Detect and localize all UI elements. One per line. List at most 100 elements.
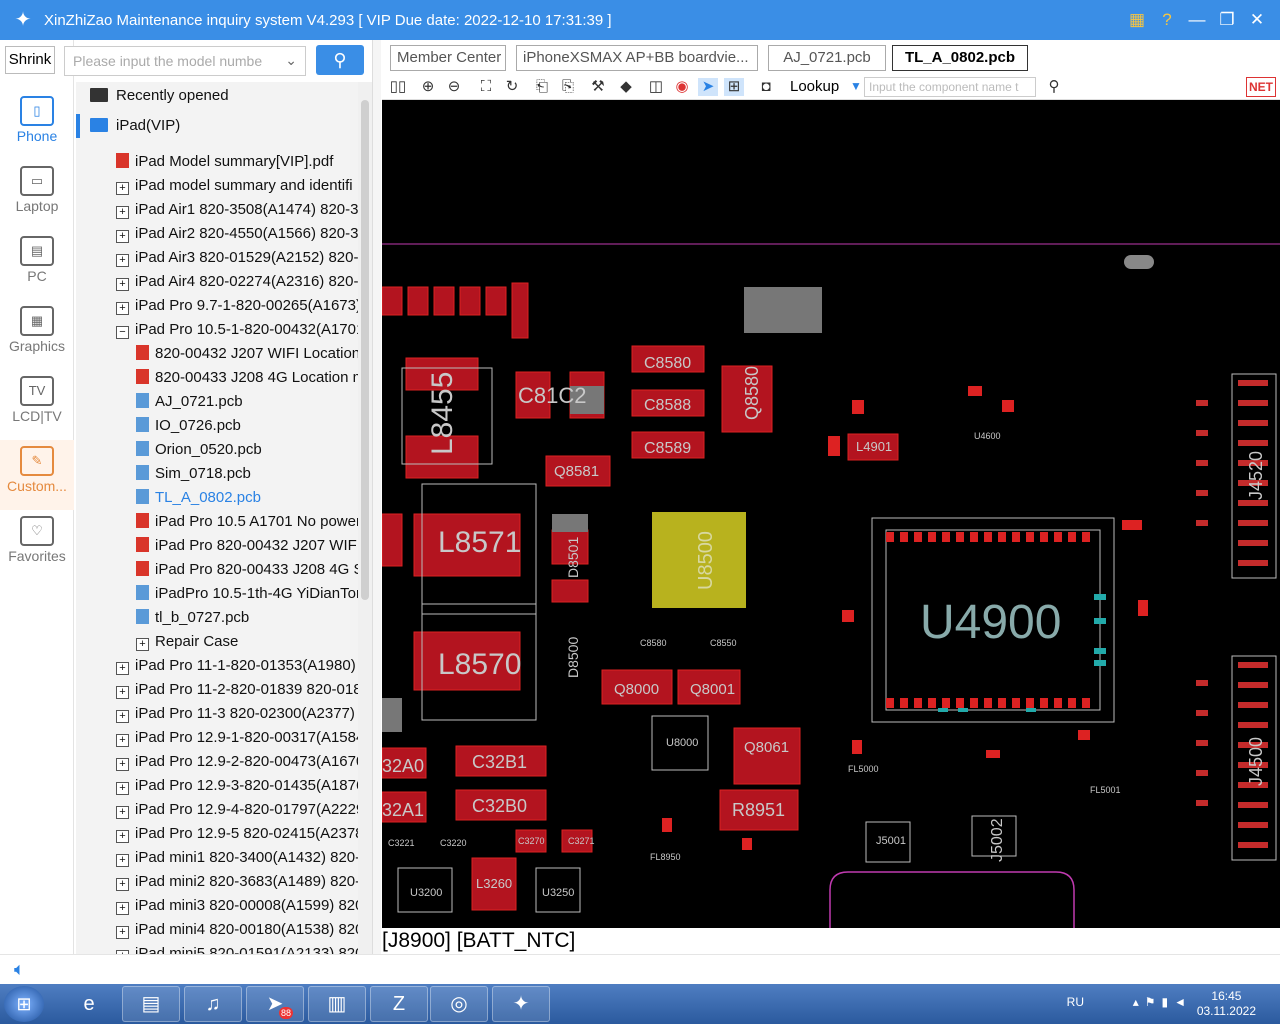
- expand-icon[interactable]: +: [116, 710, 129, 723]
- expand-icon[interactable]: +: [116, 734, 129, 747]
- tree-ipad-vip[interactable]: iPad(VIP): [76, 114, 358, 138]
- tree-item[interactable]: + iPad Air1 820-3508(A1474) 820-3: [76, 198, 358, 222]
- tree-item[interactable]: + iPad Pro 9.7-1-820-00265(A1673): [76, 294, 358, 318]
- rotate-icon[interactable]: ↻: [502, 78, 522, 96]
- chevron-down-icon[interactable]: ⌄: [285, 52, 297, 69]
- shrink-button[interactable]: Shrink: [5, 46, 55, 74]
- expand-icon[interactable]: +: [116, 254, 129, 267]
- expand-icon[interactable]: +: [116, 902, 129, 915]
- tree-item[interactable]: Orion_0520.pcb: [76, 438, 358, 462]
- tab-tl-a-0802[interactable]: TL_A_0802.pcb: [892, 45, 1028, 71]
- category-custom[interactable]: ✎ Custom...: [0, 440, 74, 510]
- tree-item[interactable]: + iPad Pro 12.9-3-820-01435(A1876: [76, 774, 358, 798]
- pcb-canvas[interactable]: L8455 C81C2 Q8580 C8580 C8588 C8589 Q858…: [382, 100, 1280, 928]
- mouse-icon[interactable]: ◘: [756, 78, 776, 96]
- search-button[interactable]: ⚲: [316, 45, 364, 75]
- expand-icon[interactable]: +: [116, 758, 129, 771]
- diamond-icon[interactable]: ◆: [616, 78, 636, 96]
- speaker-icon[interactable]: 🔈︎: [14, 959, 25, 980]
- layout-icon[interactable]: ▯▯: [388, 78, 408, 96]
- maximize-icon[interactable]: ❐: [1212, 10, 1242, 30]
- tree-item[interactable]: + iPad Pro 12.9-2-820-00473(A1670: [76, 750, 358, 774]
- expand-icon[interactable]: +: [116, 926, 129, 939]
- chrome-icon[interactable]: ◎: [430, 986, 488, 1022]
- tree-item[interactable]: + iPad Pro 11-1-820-01353(A1980): [76, 654, 358, 678]
- expand-icon[interactable]: +: [116, 854, 129, 867]
- tree-item[interactable]: iPad Pro 820-00432 J207 WIFI: [76, 534, 358, 558]
- tree-item[interactable]: + iPad Air2 820-4550(A1566) 820-3: [76, 222, 358, 246]
- ie-icon[interactable]: e: [60, 986, 118, 1022]
- clock[interactable]: 16:45 03.11.2022: [1197, 989, 1256, 1019]
- tree-item[interactable]: + iPad mini3 820-00008(A1599) 820: [76, 894, 358, 918]
- tree-scrollbar[interactable]: [358, 82, 372, 954]
- tree-item[interactable]: + iPad Pro 11-3 820-02300(A2377) 8: [76, 702, 358, 726]
- tree-item[interactable]: TL_A_0802.pcb: [76, 486, 358, 510]
- zoom-out-icon[interactable]: ⊖: [444, 78, 464, 96]
- expand-icon[interactable]: +: [116, 230, 129, 243]
- tree-item[interactable]: AJ_0721.pcb: [76, 390, 358, 414]
- app-icon[interactable]: ▥: [308, 986, 366, 1022]
- telegram-icon[interactable]: ➤ 88: [246, 986, 304, 1022]
- minimize-icon[interactable]: —: [1182, 10, 1212, 30]
- category-favorites[interactable]: ♡ Favorites: [0, 510, 74, 580]
- tree-item[interactable]: + iPad mini4 820-00180(A1538) 820: [76, 918, 358, 942]
- net-button[interactable]: NET: [1246, 77, 1276, 97]
- tree-item[interactable]: Sim_0718.pcb: [76, 462, 358, 486]
- category-lcd-tv[interactable]: TV LCD|TV: [0, 370, 74, 440]
- component-search-input[interactable]: Input the component name t: [864, 77, 1036, 97]
- start-button[interactable]: ⊞: [4, 986, 44, 1022]
- expand-icon[interactable]: +: [116, 662, 129, 675]
- expand-icon[interactable]: +: [116, 782, 129, 795]
- highlight-icon[interactable]: ◉: [672, 78, 692, 96]
- tray-icons[interactable]: ▴⚑▮◄: [1133, 995, 1192, 1009]
- tree-item[interactable]: + iPad model summary and identifi: [76, 174, 358, 198]
- probe-icon[interactable]: ⚒: [588, 78, 608, 96]
- category-laptop[interactable]: ▭ Laptop: [0, 160, 74, 230]
- net-view-icon[interactable]: ⊞: [724, 78, 744, 96]
- explorer-icon[interactable]: ▤: [122, 986, 180, 1022]
- select-icon[interactable]: ➤: [698, 78, 718, 96]
- tree-item[interactable]: 820-00432 J207 WIFI Location: [76, 342, 358, 366]
- model-search-input[interactable]: Please input the model numbe ⌄: [64, 46, 306, 76]
- tree-item[interactable]: + iPad Pro 11-2-820-01839 820-018: [76, 678, 358, 702]
- itunes-icon[interactable]: ♫: [184, 986, 242, 1022]
- scrollbar-thumb[interactable]: [361, 100, 369, 600]
- search-icon[interactable]: ⚲: [1044, 78, 1064, 96]
- collapse-icon[interactable]: −: [116, 326, 129, 339]
- tree-item[interactable]: + iPad mini1 820-3400(A1432) 820-: [76, 846, 358, 870]
- tree-item[interactable]: + iPad Pro 12.9-1-820-00317(A1584: [76, 726, 358, 750]
- tree-item[interactable]: + iPad Pro 12.9-4-820-01797(A2229: [76, 798, 358, 822]
- tab-iphone-xsmax[interactable]: iPhoneXSMAX AP+BB boardvie...: [516, 45, 758, 71]
- category-pc[interactable]: ▤ PC: [0, 230, 74, 300]
- xinzhizao-icon[interactable]: ✦: [492, 986, 550, 1022]
- flip-bottom-icon[interactable]: ⎘: [558, 78, 578, 96]
- lookup-arrow-icon[interactable]: ▼: [850, 79, 862, 93]
- fit-screen-icon[interactable]: ⛶: [476, 78, 496, 96]
- expand-icon[interactable]: +: [116, 182, 129, 195]
- tree-item[interactable]: + iPad mini2 820-3683(A1489) 820-: [76, 870, 358, 894]
- expand-icon[interactable]: +: [116, 206, 129, 219]
- help-icon[interactable]: ?: [1152, 10, 1182, 30]
- lookup-dropdown[interactable]: Lookup: [790, 78, 839, 95]
- tree-item[interactable]: iPad Pro 10.5 A1701 No power: [76, 510, 358, 534]
- mirror-icon[interactable]: ◫: [646, 78, 666, 96]
- tree-item[interactable]: − iPad Pro 10.5-1-820-00432(A1701: [76, 318, 358, 342]
- tree-item[interactable]: iPadPro 10.5-1th-4G YiDianTor: [76, 582, 358, 606]
- category-graphics[interactable]: ▦ Graphics: [0, 300, 74, 370]
- tree-item[interactable]: + iPad Pro 12.9-5 820-02415(A2378: [76, 822, 358, 846]
- expand-icon[interactable]: +: [116, 806, 129, 819]
- tree-item[interactable]: 820-00433 J208 4G Location m: [76, 366, 358, 390]
- tree-item[interactable]: + iPad Air4 820-02274(A2316) 820-0: [76, 270, 358, 294]
- tree-item[interactable]: + Repair Case: [76, 630, 358, 654]
- language-indicator[interactable]: RU: [1067, 995, 1084, 1009]
- expand-icon[interactable]: +: [116, 830, 129, 843]
- panel-splitter[interactable]: [372, 40, 381, 954]
- zoom-in-icon[interactable]: ⊕: [418, 78, 438, 96]
- tab-member-center[interactable]: Member Center: [390, 45, 506, 71]
- tree-item[interactable]: IO_0726.pcb: [76, 414, 358, 438]
- expand-icon[interactable]: +: [116, 278, 129, 291]
- tree-item[interactable]: +iPad mini5 820-01591(A2133) 820: [76, 942, 358, 954]
- close-icon[interactable]: ✕: [1242, 10, 1272, 30]
- expand-icon[interactable]: +: [116, 686, 129, 699]
- tree-recent[interactable]: Recently opened: [76, 84, 358, 108]
